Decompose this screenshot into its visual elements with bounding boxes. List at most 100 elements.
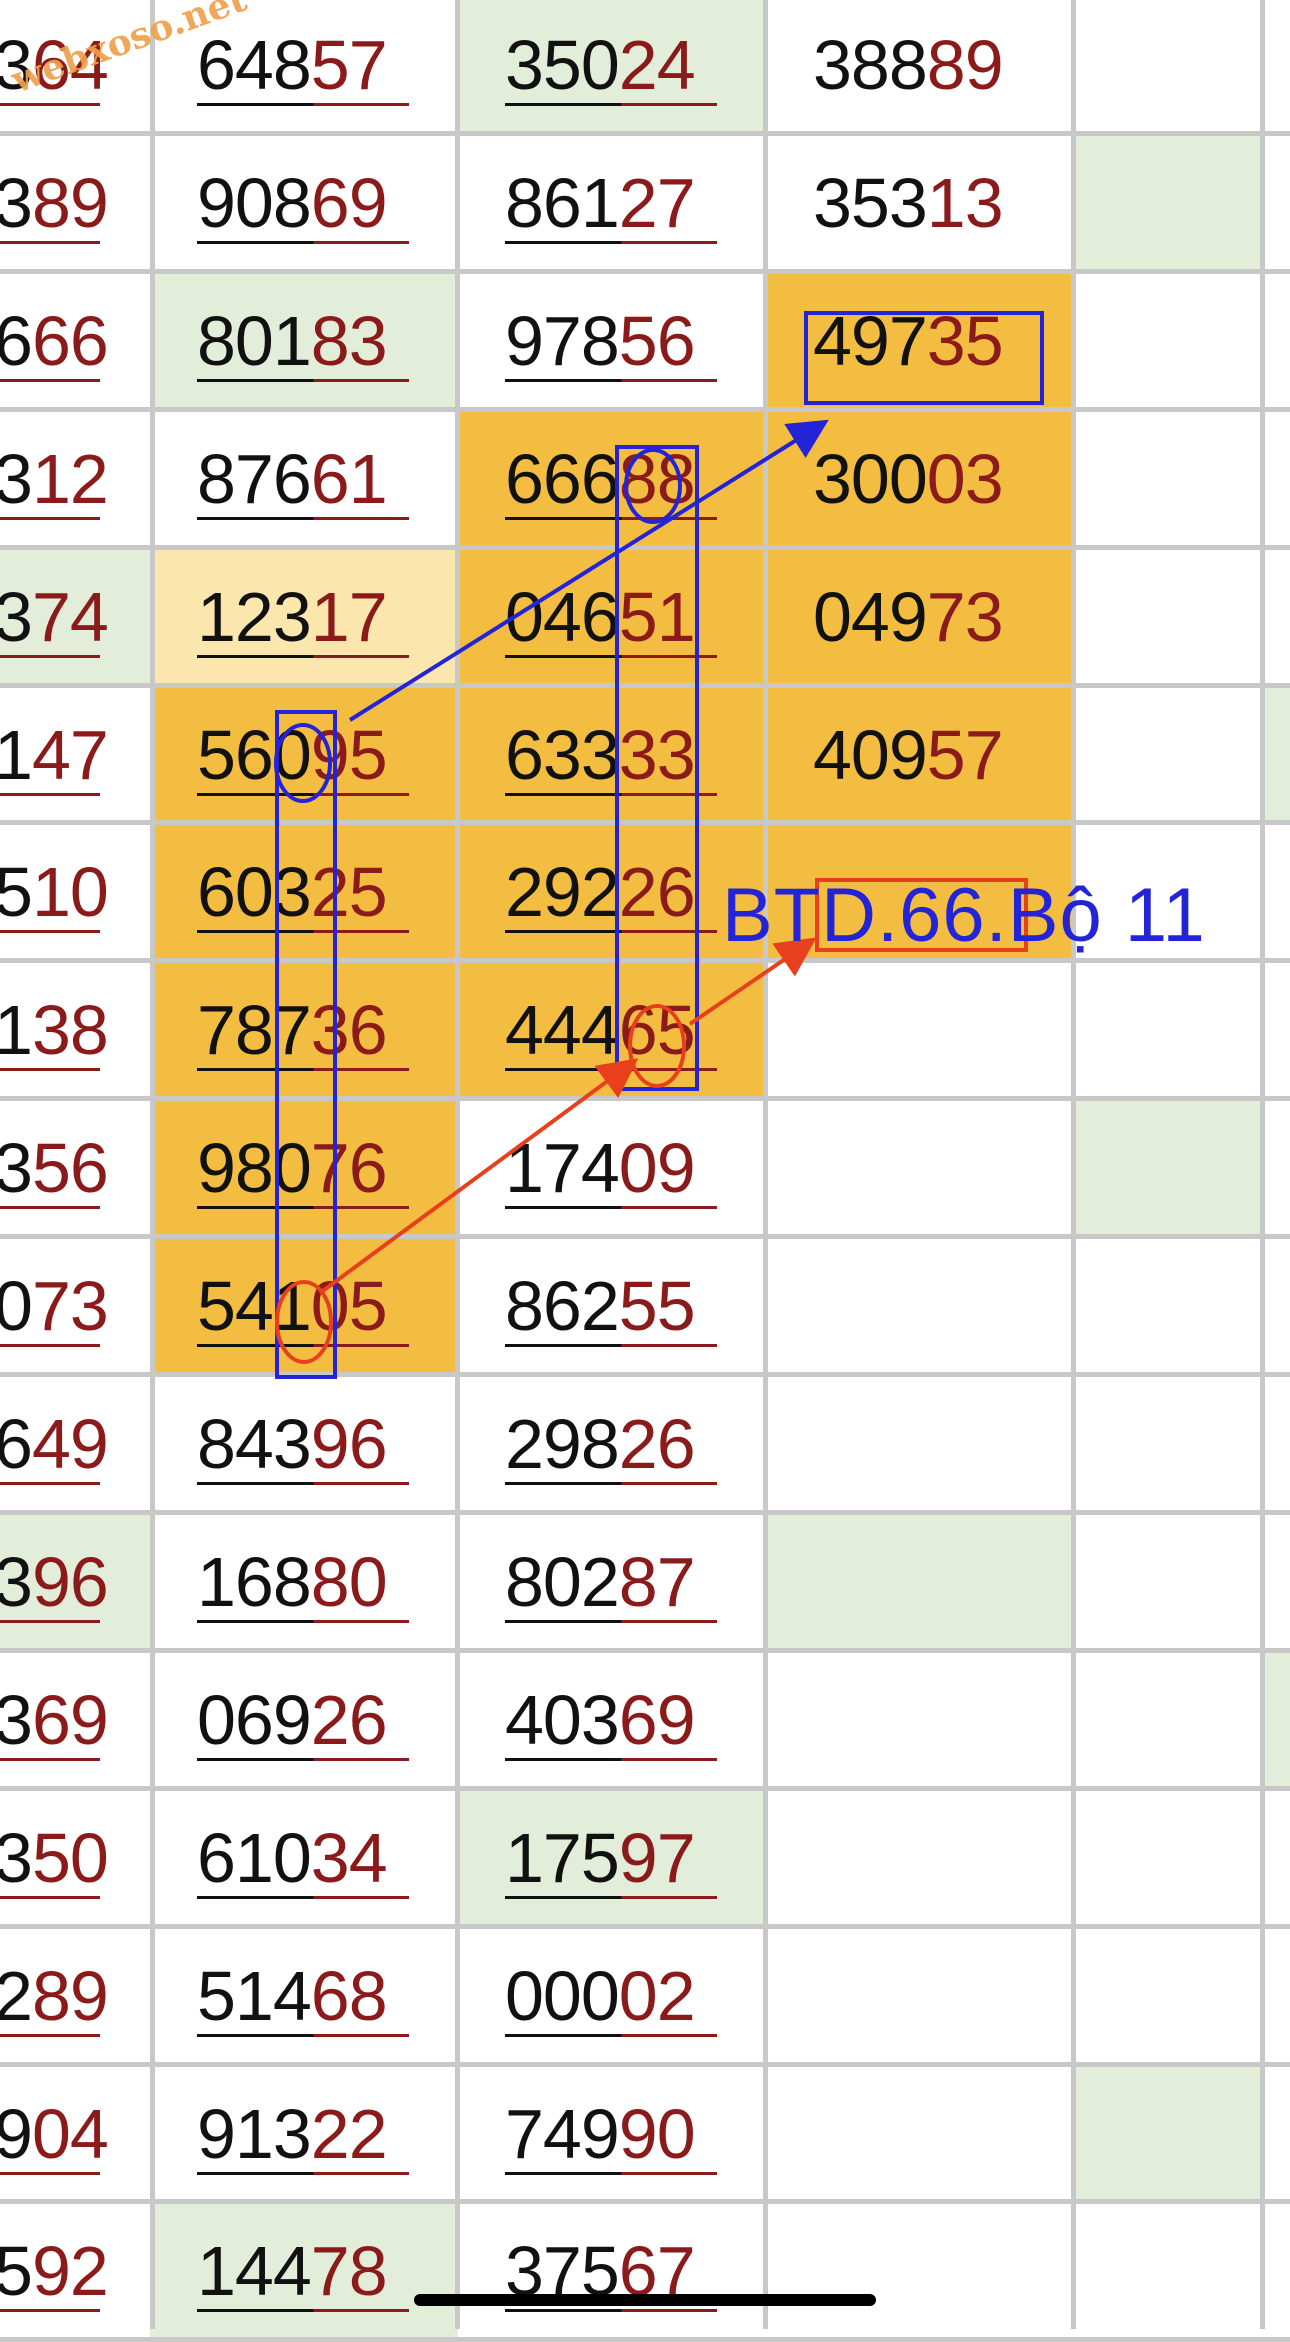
number-underline xyxy=(197,655,409,658)
lottery-number: 86255 xyxy=(505,1271,696,1341)
table-row: 44465 xyxy=(458,961,766,1099)
number-prefix: 049 xyxy=(813,578,928,656)
number-prefix: 980 xyxy=(197,1129,312,1207)
table-row: 12317 xyxy=(150,548,458,686)
number-prefix: 300 xyxy=(813,440,928,518)
number-underline xyxy=(197,1482,409,1485)
table-row: 16880 xyxy=(150,1513,458,1651)
number-tail: 87 xyxy=(618,1543,696,1621)
number-underline xyxy=(505,930,717,933)
number-underline xyxy=(0,2034,100,2037)
lottery-number: 80287 xyxy=(505,1547,696,1617)
number-underline xyxy=(505,1896,717,1899)
table-cell-fill xyxy=(1074,1099,1262,1237)
number-prefix: 350 xyxy=(505,26,620,104)
table-row: 666 xyxy=(0,272,150,410)
lottery-number: 369 xyxy=(0,1685,109,1755)
number-prefix: 787 xyxy=(197,991,312,1069)
number-prefix: 908 xyxy=(197,164,312,242)
number-underline xyxy=(505,379,717,382)
number-tail: 97 xyxy=(618,1819,696,1897)
lottery-number: 86127 xyxy=(505,168,696,238)
table-row: 37567 xyxy=(458,2202,766,2340)
lottery-number: 16880 xyxy=(197,1547,388,1617)
number-tail: 04 xyxy=(31,2095,109,2173)
number-prefix: 603 xyxy=(197,853,312,931)
lottery-number: 147 xyxy=(0,720,109,790)
table-row: 61034 xyxy=(150,1789,458,1927)
number-tail: 74 xyxy=(31,578,109,656)
number-underline xyxy=(0,1206,100,1209)
table-cell-fill xyxy=(1262,686,1290,824)
number-tail: 36 xyxy=(310,991,388,1069)
number-tail: 68 xyxy=(310,1957,388,2035)
number-underline xyxy=(197,517,409,520)
number-underline xyxy=(197,1068,409,1071)
number-prefix: 749 xyxy=(505,2095,620,2173)
lottery-number: 74990 xyxy=(505,2099,696,2169)
lottery-number: 356 xyxy=(0,1133,109,1203)
number-underline xyxy=(0,1482,100,1485)
number-tail: 56 xyxy=(618,302,696,380)
table-row: 35313 xyxy=(766,134,1074,272)
lottery-number: 44465 xyxy=(505,995,696,1065)
number-tail: 26 xyxy=(618,853,696,931)
table-row: 350 xyxy=(0,1789,150,1927)
table-row: 29226 xyxy=(458,823,766,961)
number-underline xyxy=(0,1344,100,1347)
number-prefix: 3 xyxy=(0,164,33,242)
lottery-number: 289 xyxy=(0,1961,109,2031)
table-cell-fill xyxy=(1262,1651,1290,1789)
lottery-number: 04973 xyxy=(813,582,1004,652)
number-tail: 89 xyxy=(926,26,1004,104)
table-row: 29826 xyxy=(458,1375,766,1513)
number-prefix: 353 xyxy=(813,164,928,242)
table-row: 80183 xyxy=(150,272,458,410)
lottery-number: 97856 xyxy=(505,306,696,376)
number-prefix: 862 xyxy=(505,1267,620,1345)
number-tail: 02 xyxy=(618,1957,696,2035)
number-underline xyxy=(0,1896,100,1899)
lottery-number: 06926 xyxy=(197,1685,388,1755)
table-row: 17597 xyxy=(458,1789,766,1927)
number-tail: 69 xyxy=(31,1681,109,1759)
table-row: 04651 xyxy=(458,548,766,686)
number-underline xyxy=(0,1620,100,1623)
lottery-number: 56095 xyxy=(197,720,388,790)
lottery-number: 80183 xyxy=(197,306,388,376)
number-prefix: 123 xyxy=(197,578,312,656)
table-cell-fill xyxy=(1074,2065,1262,2203)
number-prefix: 046 xyxy=(505,578,620,656)
number-tail: 95 xyxy=(310,716,388,794)
number-underline xyxy=(505,793,717,796)
number-tail: 65 xyxy=(618,991,696,1069)
number-tail: 33 xyxy=(618,716,696,794)
home-indicator[interactable] xyxy=(414,2294,876,2306)
number-prefix: 843 xyxy=(197,1405,312,1483)
number-underline xyxy=(0,241,100,244)
number-underline xyxy=(505,1344,717,1347)
lottery-number: 40957 xyxy=(813,720,1004,790)
table-row: 04973 xyxy=(766,548,1074,686)
pattern-caption: BTD.66.Bộ 11 xyxy=(722,873,1206,958)
table-row: 51468 xyxy=(150,1927,458,2065)
number-underline xyxy=(505,1206,717,1209)
lottery-number: 138 xyxy=(0,995,109,1065)
table-row: 49735 xyxy=(766,272,1074,410)
number-underline xyxy=(0,793,100,796)
number-tail: 66 xyxy=(31,302,109,380)
number-prefix: 175 xyxy=(505,1819,620,1897)
number-underline xyxy=(505,2034,717,2037)
table-row: 073 xyxy=(0,1237,150,1375)
lottery-number: 666 xyxy=(0,306,109,376)
number-tail: 35 xyxy=(926,302,1004,380)
number-prefix: 444 xyxy=(505,991,620,1069)
number-tail: 92 xyxy=(31,2232,109,2310)
table-row: 56095 xyxy=(150,686,458,824)
number-tail: 57 xyxy=(310,26,388,104)
number-underline xyxy=(197,1758,409,1761)
number-prefix: 497 xyxy=(813,302,928,380)
number-prefix: 541 xyxy=(197,1267,312,1345)
number-prefix: 000 xyxy=(505,1957,620,2035)
table-row: 35024 xyxy=(458,0,766,134)
